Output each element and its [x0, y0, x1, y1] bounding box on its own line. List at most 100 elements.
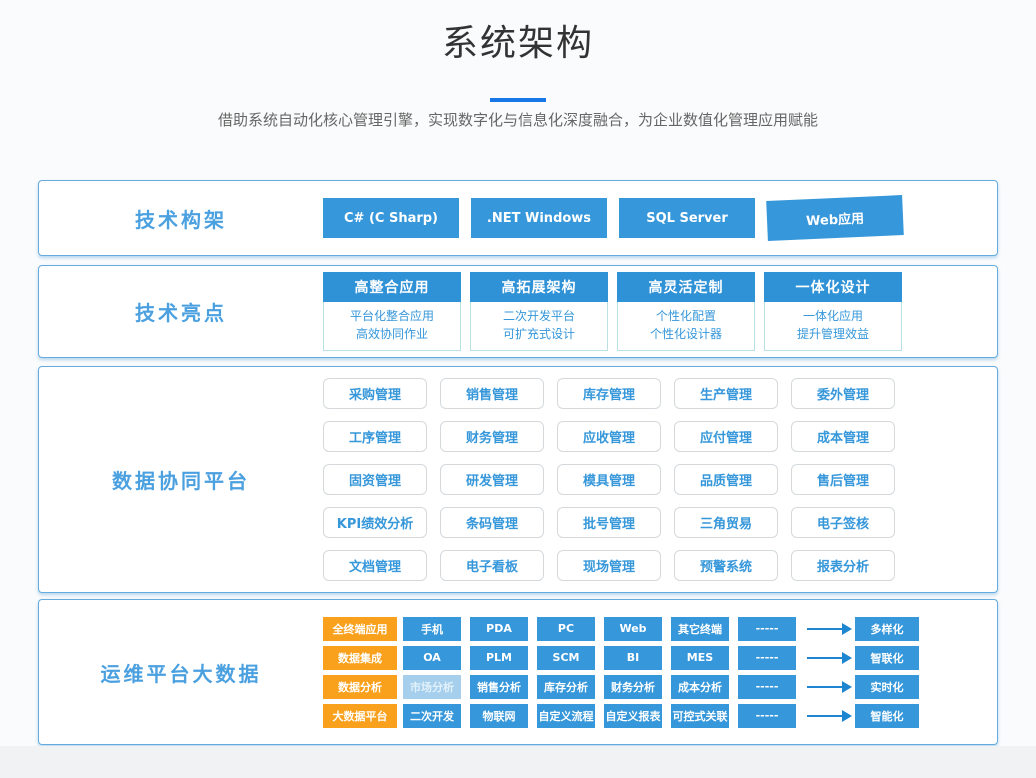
- bigdata-row: 全终端应用手机PDAPCWeb其它终端-----多样化: [323, 617, 919, 641]
- highlight-card-line: 平台化整合应用: [324, 307, 460, 325]
- highlight-card-line: 二次开发平台: [471, 307, 607, 325]
- footer-strip: [0, 746, 1036, 778]
- bigdata-cell: 财务分析: [604, 675, 662, 699]
- highlight-card-line: 一体化应用: [765, 307, 901, 325]
- highlight-card-header: 高整合应用: [323, 272, 461, 302]
- section-label-bigdata-platform: 运维平台大数据: [39, 658, 323, 687]
- module-block: 三角贸易: [674, 507, 778, 538]
- tech-block: SQL Server: [619, 198, 755, 238]
- module-block: 采购管理: [323, 378, 427, 409]
- module-block: 固资管理: [323, 464, 427, 495]
- bigdata-row: 数据分析市场分析销售分析库存分析财务分析成本分析 ----- 实时化: [323, 675, 919, 699]
- section-label-tech-highlights: 技术亮点: [39, 297, 323, 326]
- bigdata-row-tag: 全终端应用: [323, 617, 397, 641]
- highlight-card-line: 个性化配置: [618, 307, 754, 325]
- section-data-platform: 数据协同平台 采购管理销售管理库存管理生产管理委外管理工序管理财务管理应收管理应…: [38, 366, 998, 593]
- module-block: 报表分析: [791, 550, 895, 581]
- bigdata-cell: PC: [537, 617, 595, 641]
- ellipsis-cell: -----: [738, 617, 796, 641]
- highlight-card-line: 高效协同作业: [324, 325, 460, 343]
- tech-highlight-cards: 高整合应用平台化整合应用高效协同作业高拓展架构二次开发平台可扩充式设计高灵活定制…: [323, 272, 902, 351]
- highlight-card: 高整合应用平台化整合应用高效协同作业: [323, 272, 461, 351]
- bigdata-cell: PDA: [470, 617, 528, 641]
- section-label-data-platform: 数据协同平台: [39, 465, 323, 494]
- bigdata-row: 大数据平台二次开发物联网自定义流程自定义报表可控式关联 ----- 智能化: [323, 704, 919, 728]
- module-block: 工序管理: [323, 421, 427, 452]
- ellipsis-cell: -----: [738, 675, 796, 699]
- bigdata-row: 数据集成OA PLM SCM BI MES ----- 智联化: [323, 646, 919, 670]
- module-block: 委外管理: [791, 378, 895, 409]
- bigdata-cell: BI: [604, 646, 662, 670]
- module-block: 预警系统: [674, 550, 778, 581]
- data-platform-grid: 采购管理销售管理库存管理生产管理委外管理工序管理财务管理应收管理应付管理成本管理…: [323, 378, 895, 581]
- tech-architecture-buttons: C# (C Sharp) .NET Windows SQL Server Web应用: [323, 198, 903, 238]
- bigdata-cell: SCM: [537, 646, 595, 670]
- page-subtitle: 借助系统自动化核心管理引擎，实现数字化与信息化深度融合，为企业数值化管理应用赋能: [0, 111, 1036, 130]
- highlight-card-body: 个性化配置个性化设计器: [617, 302, 755, 351]
- tech-block: C# (C Sharp): [323, 198, 459, 238]
- highlight-card-line: 提升管理效益: [765, 325, 901, 343]
- bigdata-cell: 库存分析: [537, 675, 595, 699]
- bigdata-cell: 二次开发: [403, 704, 461, 728]
- bigdata-cell: MES: [671, 646, 729, 670]
- module-block: 批号管理: [557, 507, 661, 538]
- right-arrow-icon: [807, 628, 843, 630]
- bigdata-result-block: 智能化: [855, 704, 919, 728]
- bigdata-row-tag: 大数据平台: [323, 704, 397, 728]
- tech-block: Web应用: [766, 195, 904, 241]
- bigdata-cell: OA: [403, 646, 461, 670]
- bigdata-row-tag: 数据集成: [323, 646, 397, 670]
- bigdata-result-block: 智联化: [855, 646, 919, 670]
- bigdata-row-tag: 数据分析: [323, 675, 397, 699]
- title-underline: [490, 98, 546, 102]
- module-block: 售后管理: [791, 464, 895, 495]
- module-block: 文档管理: [323, 550, 427, 581]
- bigdata-cell: 自定义流程: [537, 704, 595, 728]
- module-block: 模具管理: [557, 464, 661, 495]
- highlight-card-line: 可扩充式设计: [471, 325, 607, 343]
- module-block: 应付管理: [674, 421, 778, 452]
- bigdata-cell: Web: [604, 617, 662, 641]
- bigdata-cell: 自定义报表: [604, 704, 662, 728]
- module-block: 应收管理: [557, 421, 661, 452]
- highlight-card-header: 高灵活定制: [617, 272, 755, 302]
- bigdata-cell: 成本分析: [671, 675, 729, 699]
- module-block: 品质管理: [674, 464, 778, 495]
- bigdata-cell: 可控式关联: [671, 704, 729, 728]
- bigdata-cell: PLM: [470, 646, 528, 670]
- section-bigdata-platform: 运维平台大数据 全终端应用手机PDAPCWeb其它终端-----多样化数据集成O…: [38, 599, 998, 745]
- bigdata-result-block: 实时化: [855, 675, 919, 699]
- module-block: KPI绩效分析: [323, 507, 427, 538]
- bigdata-rows: 全终端应用手机PDAPCWeb其它终端-----多样化数据集成OAPLMSCMB…: [323, 617, 919, 728]
- highlight-card-body: 平台化整合应用高效协同作业: [323, 302, 461, 351]
- module-block: 财务管理: [440, 421, 544, 452]
- diagram-sections: 技术构架 C# (C Sharp) .NET Windows SQL Server W…: [0, 180, 1036, 745]
- bigdata-cell: 物联网: [470, 704, 528, 728]
- bigdata-cell: 其它终端: [671, 617, 729, 641]
- bigdata-cell: 市场分析: [403, 675, 461, 699]
- page-title: 系统架构: [0, 22, 1036, 66]
- section-label-tech-architecture: 技术构架: [39, 204, 323, 233]
- tech-block: .NET Windows: [471, 198, 607, 238]
- module-block: 电子看板: [440, 550, 544, 581]
- right-arrow-icon: [807, 657, 843, 659]
- highlight-card-body: 一体化应用提升管理效益: [764, 302, 902, 351]
- module-block: 成本管理: [791, 421, 895, 452]
- right-arrow-icon: [807, 686, 843, 688]
- ellipsis-cell: -----: [738, 646, 796, 670]
- highlight-card-line: 个性化设计器: [618, 325, 754, 343]
- module-block: 研发管理: [440, 464, 544, 495]
- module-block: 生产管理: [674, 378, 778, 409]
- highlight-card: 一体化设计一体化应用提升管理效益: [764, 272, 902, 351]
- highlight-card-body: 二次开发平台可扩充式设计: [470, 302, 608, 351]
- highlight-card: 高灵活定制个性化配置个性化设计器: [617, 272, 755, 351]
- section-tech-highlights: 技术亮点 高整合应用平台化整合应用高效协同作业高拓展架构二次开发平台可扩充式设计…: [38, 265, 998, 358]
- bigdata-result-block: 多样化: [855, 617, 919, 641]
- module-block: 销售管理: [440, 378, 544, 409]
- module-block: 现场管理: [557, 550, 661, 581]
- bigdata-cell: 销售分析: [470, 675, 528, 699]
- module-block: 条码管理: [440, 507, 544, 538]
- ellipsis-cell: -----: [738, 704, 796, 728]
- page-header: 系统架构 借助系统自动化核心管理引擎，实现数字化与信息化深度融合，为企业数值化管…: [0, 0, 1036, 130]
- module-block: 库存管理: [557, 378, 661, 409]
